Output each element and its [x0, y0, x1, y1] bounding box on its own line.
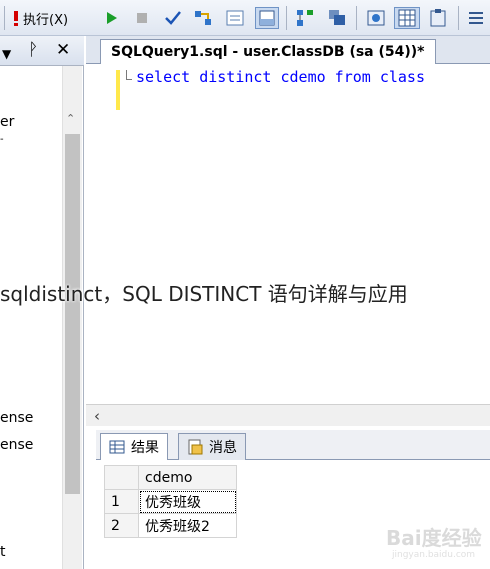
client-statistics-button[interactable] [364, 7, 388, 29]
dropdown-arrow-icon[interactable]: ▼ [2, 44, 11, 64]
query-editor-area: SQLQuery1.sql - user.ClassDB (sa (54))* … [86, 36, 490, 426]
pin-icon[interactable]: ᚹ [28, 40, 38, 60]
object-explorer-header: ▼ ᚹ ✕ [0, 36, 84, 66]
tab-messages-label: 消息 [209, 440, 237, 456]
toolbar-separator [286, 6, 287, 30]
exclamation-icon [14, 11, 18, 26]
grid-icon [109, 440, 125, 454]
results-text-icon [226, 10, 244, 26]
tab-results[interactable]: 结果 [100, 433, 168, 460]
comment-button[interactable] [466, 7, 486, 29]
tree-item[interactable]: er [0, 114, 62, 130]
object-explorer-tree: er - ense ense t [0, 66, 62, 569]
scrollbar-thumb[interactable] [65, 134, 80, 494]
editor-horizontal-scrollbar[interactable]: ‹ [86, 404, 490, 426]
scroll-left-arrow-icon[interactable]: ‹ [94, 407, 100, 425]
tree-vertical-scrollbar[interactable]: ⌃ [62, 66, 82, 569]
stop-button[interactable] [134, 7, 150, 29]
lines-icon [469, 12, 483, 24]
connection-icon [195, 11, 211, 25]
grid-cell[interactable]: 优秀班级2 [138, 513, 237, 538]
message-icon [188, 439, 203, 455]
execution-plan-icon [297, 10, 313, 26]
outline-fold-line [126, 70, 132, 80]
document-tabstrip: SQLQuery1.sql - user.ClassDB (sa (54))* [86, 36, 490, 64]
baidu-watermark: Bai度经验 jingyan.baidu.com [372, 520, 490, 569]
parse-button[interactable] [163, 7, 183, 29]
tree-item[interactable]: - [0, 134, 62, 145]
table-row[interactable]: 2 优秀班级2 [104, 513, 237, 538]
play-icon [107, 12, 117, 24]
tab-sqlquery1[interactable]: SQLQuery1.sql - user.ClassDB (sa (54))* [100, 39, 436, 64]
tree-item[interactable]: t [0, 544, 62, 560]
grid-cell[interactable]: 优秀班级 [138, 489, 237, 514]
column-header-cdemo[interactable]: cdemo [138, 465, 237, 490]
results-tabstrip: 结果 消息 [96, 430, 490, 460]
results-grid-button[interactable] [255, 7, 279, 29]
scroll-up-arrow-icon[interactable]: ⌃ [66, 112, 75, 125]
code-line-1[interactable]: select distinct cdemo from class [136, 68, 425, 86]
execute-button[interactable]: 执行(X) [12, 7, 68, 29]
tree-item[interactable]: ense [0, 410, 62, 426]
execute-label: 执行(X) [23, 12, 69, 28]
toolbar-separator [4, 6, 5, 30]
watermark-text: Bai度经验 [386, 526, 482, 550]
row-number[interactable]: 1 [104, 489, 139, 514]
overlay-title: sqldistinct，SQL DISTINCT 语句详解与应用 [0, 282, 408, 306]
query-toolbar: 执行(X) [0, 0, 490, 36]
tab-messages[interactable]: 消息 [178, 433, 246, 460]
change-marker [116, 70, 120, 110]
grid-corner-cell[interactable] [104, 465, 139, 490]
stacked-windows-icon [329, 10, 345, 25]
change-connection-button[interactable] [192, 7, 214, 29]
toolbar-separator [356, 6, 357, 30]
query-options-button[interactable] [326, 7, 348, 29]
statistics-icon [367, 10, 385, 26]
grid-icon [259, 10, 275, 26]
stop-icon [137, 13, 147, 23]
close-icon[interactable]: ✕ [56, 40, 70, 60]
clipboard-icon [430, 9, 446, 27]
sql-editor[interactable]: select distinct cdemo from class [86, 64, 490, 404]
table-grid-icon [398, 9, 416, 27]
row-number[interactable]: 2 [104, 513, 139, 538]
tab-results-label: 结果 [131, 440, 159, 456]
debug-button[interactable] [104, 7, 120, 29]
toolbar-separator [458, 6, 459, 30]
tree-item[interactable]: ense [0, 437, 62, 453]
results-grid[interactable]: cdemo 1 优秀班级 2 优秀班级2 [104, 465, 237, 538]
actual-plan-button[interactable] [394, 7, 420, 29]
display-plan-button[interactable] [294, 7, 316, 29]
table-row[interactable]: 1 优秀班级 [104, 489, 237, 514]
live-stats-button[interactable] [426, 7, 450, 29]
results-text-button[interactable] [224, 7, 246, 29]
watermark-url: jingyan.baidu.com [392, 550, 476, 560]
checkmark-icon [165, 11, 181, 25]
